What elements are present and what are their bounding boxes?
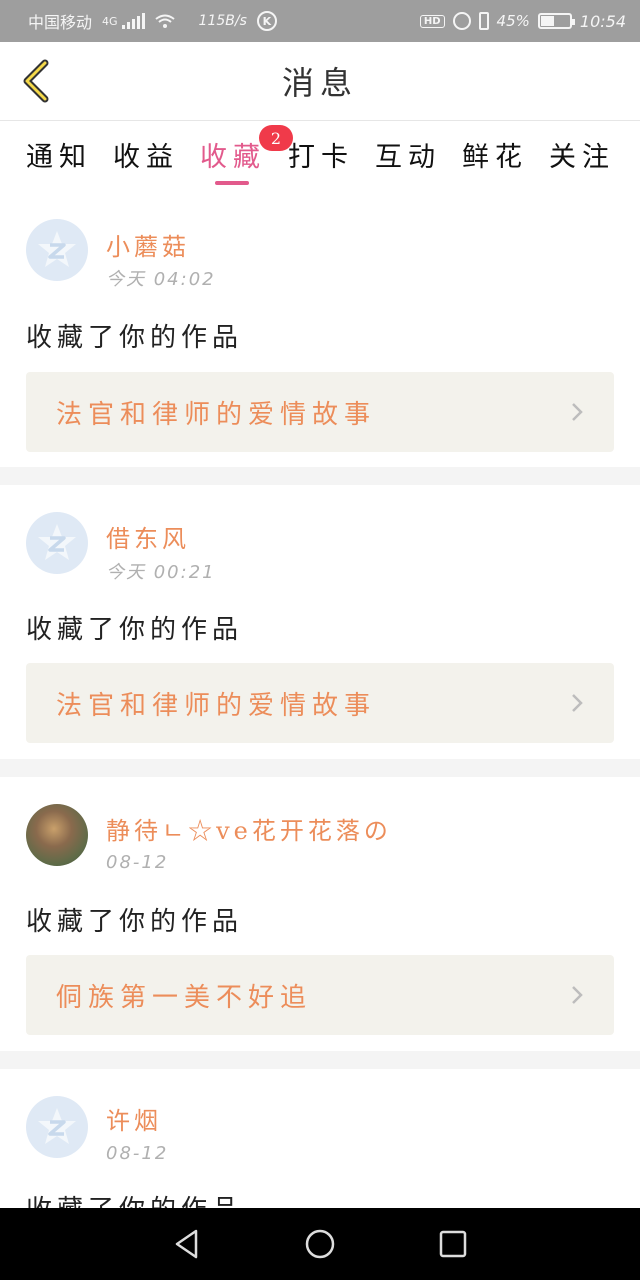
hd-icon: HD [419, 14, 445, 28]
tab-interaction[interactable]: 互动 [375, 135, 441, 174]
battery-percent: 45% [496, 12, 530, 30]
user-avatar[interactable] [26, 219, 88, 281]
k-app-icon: K [256, 11, 277, 31]
message-time: 08-12 [106, 852, 169, 873]
system-nav-bar [0, 1208, 640, 1280]
qq-avatar-icon [38, 524, 76, 560]
tab-earnings[interactable]: 收益 [113, 135, 179, 174]
nav-back-button[interactable] [167, 1224, 207, 1264]
triangle-back-icon [175, 1229, 197, 1259]
message-card: 静待ㄴ☆ve花开花落の 08-12 收藏了你的作品 侗族第一美不好追 [0, 777, 640, 1051]
active-tab-indicator [215, 181, 249, 185]
network-speed: 115B/s [198, 13, 247, 29]
nav-home-button[interactable] [300, 1224, 340, 1264]
chevron-right-icon [572, 694, 583, 712]
user-avatar-photo[interactable] [26, 804, 88, 866]
divider [0, 467, 640, 485]
clock: 10:54 [579, 11, 626, 31]
chevron-right-icon [572, 986, 583, 1004]
user-avatar[interactable] [26, 1096, 88, 1158]
message-card: 借东风 今天 00:21 收藏了你的作品 法官和律师的爱情故事 [0, 485, 640, 759]
nav-recent-button[interactable] [433, 1224, 473, 1264]
action-text: 收藏了你的作品 [26, 323, 244, 353]
page-title: 消息 [281, 64, 358, 102]
work-title: 法官和律师的爱情故事 [56, 399, 377, 430]
action-text: 收藏了你的作品 [26, 615, 244, 645]
message-time: 今天 00:21 [106, 562, 216, 583]
user-avatar[interactable] [26, 512, 88, 574]
user-name[interactable]: 借东风 [106, 519, 190, 554]
action-text: 收藏了你的作品 [26, 1189, 243, 1208]
back-button[interactable] [16, 58, 56, 104]
qq-avatar-icon [38, 1108, 76, 1144]
work-title: 法官和律师的爱情故事 [56, 690, 377, 721]
work-link[interactable]: 法官和律师的爱情故事 [26, 372, 614, 452]
signal-icon [121, 13, 145, 29]
chevron-left-icon [23, 59, 49, 103]
tab-bar: 通知 收益 收藏 2 打卡 互动 鲜花 关注 [0, 121, 640, 199]
circle-home-icon [305, 1229, 335, 1259]
message-time: 今天 04:02 [106, 269, 216, 290]
message-time: 08-12 [106, 1143, 169, 1164]
user-name[interactable]: 许烟 [106, 1101, 162, 1136]
square-recent-icon [440, 1230, 467, 1258]
wifi-icon [154, 14, 175, 28]
work-link[interactable]: 侗族第一美不好追 [26, 955, 614, 1035]
network-type: 4G [102, 15, 118, 28]
qq-avatar-icon [38, 231, 76, 267]
message-card: 许烟 08-12 收藏了你的作品 [0, 1069, 640, 1208]
tab-notice[interactable]: 通知 [26, 135, 92, 174]
tab-flowers[interactable]: 鲜花 [462, 135, 528, 174]
user-name[interactable]: 静待ㄴ☆ve花开花落の [106, 811, 392, 846]
work-link[interactable]: 法官和律师的爱情故事 [26, 663, 614, 743]
action-text: 收藏了你的作品 [26, 907, 244, 937]
alarm-icon [452, 12, 471, 30]
work-title: 侗族第一美不好追 [56, 982, 313, 1013]
vibrate-icon [478, 12, 489, 30]
battery-icon [537, 13, 575, 29]
chevron-right-icon [572, 403, 583, 421]
tab-follow[interactable]: 关注 [549, 135, 615, 174]
message-card: 小蘑菇 今天 04:02 收藏了你的作品 法官和律师的爱情故事 [0, 199, 640, 467]
divider [0, 759, 640, 777]
status-bar: 中国移动 4G 115B/s K HD 45% 10:54 [0, 0, 640, 42]
tab-favorites[interactable]: 收藏 2 [200, 125, 293, 174]
user-name[interactable]: 小蘑菇 [106, 227, 190, 262]
carrier-name: 中国移动 [28, 13, 93, 32]
app-header: 消息 [0, 42, 640, 120]
tab-checkin[interactable]: 打卡 [288, 135, 354, 174]
tab-favorites-label: 收藏 [200, 142, 266, 173]
divider [0, 1051, 640, 1069]
